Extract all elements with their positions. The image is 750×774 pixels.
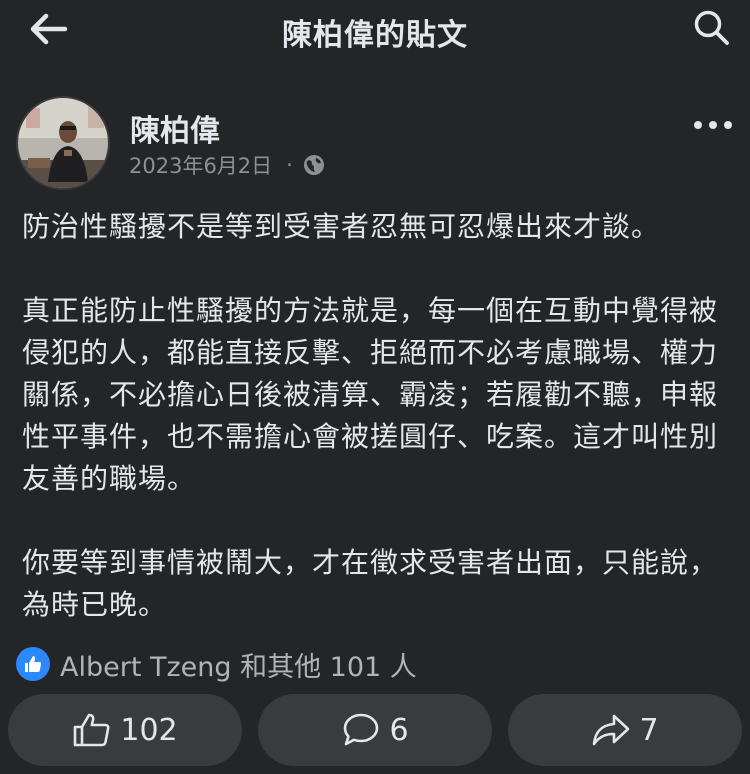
thumbs-up-icon (74, 713, 110, 747)
post-paragraph: 你要等到事情被鬧大，才在徵求受害者出面，只能說，為時已晚。 (22, 546, 719, 621)
like-button[interactable]: 102 (8, 694, 242, 766)
like-count: 102 (120, 712, 178, 748)
reactions-text: Albert Tzeng 和其他 101 人 (60, 651, 417, 683)
reactions-summary[interactable]: Albert Tzeng 和其他 101 人 (16, 645, 417, 683)
globe-icon (303, 155, 324, 175)
comment-button[interactable]: 6 (258, 694, 492, 766)
meta-separator: · (286, 153, 293, 177)
author-name[interactable]: 陳柏偉 (130, 106, 220, 150)
like-reaction-icon (16, 647, 50, 681)
more-horizontal-icon (694, 121, 702, 129)
comment-count: 6 (389, 712, 409, 748)
share-icon (593, 714, 630, 746)
more-options-button[interactable] (694, 112, 734, 138)
post-paragraph: 防治性騷擾不是等到受害者忍無可忍爆出來才談。 (22, 210, 661, 243)
more-horizontal-icon (724, 121, 732, 129)
action-bar: 102 6 7 (8, 694, 742, 766)
search-icon (694, 10, 729, 45)
share-count: 7 (639, 712, 659, 748)
page-title: 陳柏偉的貼文 (282, 18, 468, 53)
post-text: 防治性騷擾不是等到受害者忍無可忍爆出來才談。 真正能防止性騷擾的方法就是，每一個… (22, 206, 738, 626)
top-bar: 陳柏偉的貼文 (0, 0, 750, 58)
post-paragraph: 真正能防止性騷擾的方法就是，每一個在互動中覺得被侵犯的人，都能直接反擊、拒絕而不… (22, 294, 719, 495)
avatar[interactable] (16, 96, 110, 190)
post-meta: 2023年6月2日 · (129, 150, 325, 180)
comment-icon (344, 713, 379, 746)
search-button[interactable] (692, 8, 732, 48)
post-header: 陳柏偉 2023年6月2日 · (0, 92, 750, 192)
share-button[interactable]: 7 (508, 694, 742, 766)
profile-photo (18, 98, 108, 188)
post-date[interactable]: 2023年6月2日 (129, 150, 272, 180)
more-horizontal-icon (709, 121, 717, 129)
